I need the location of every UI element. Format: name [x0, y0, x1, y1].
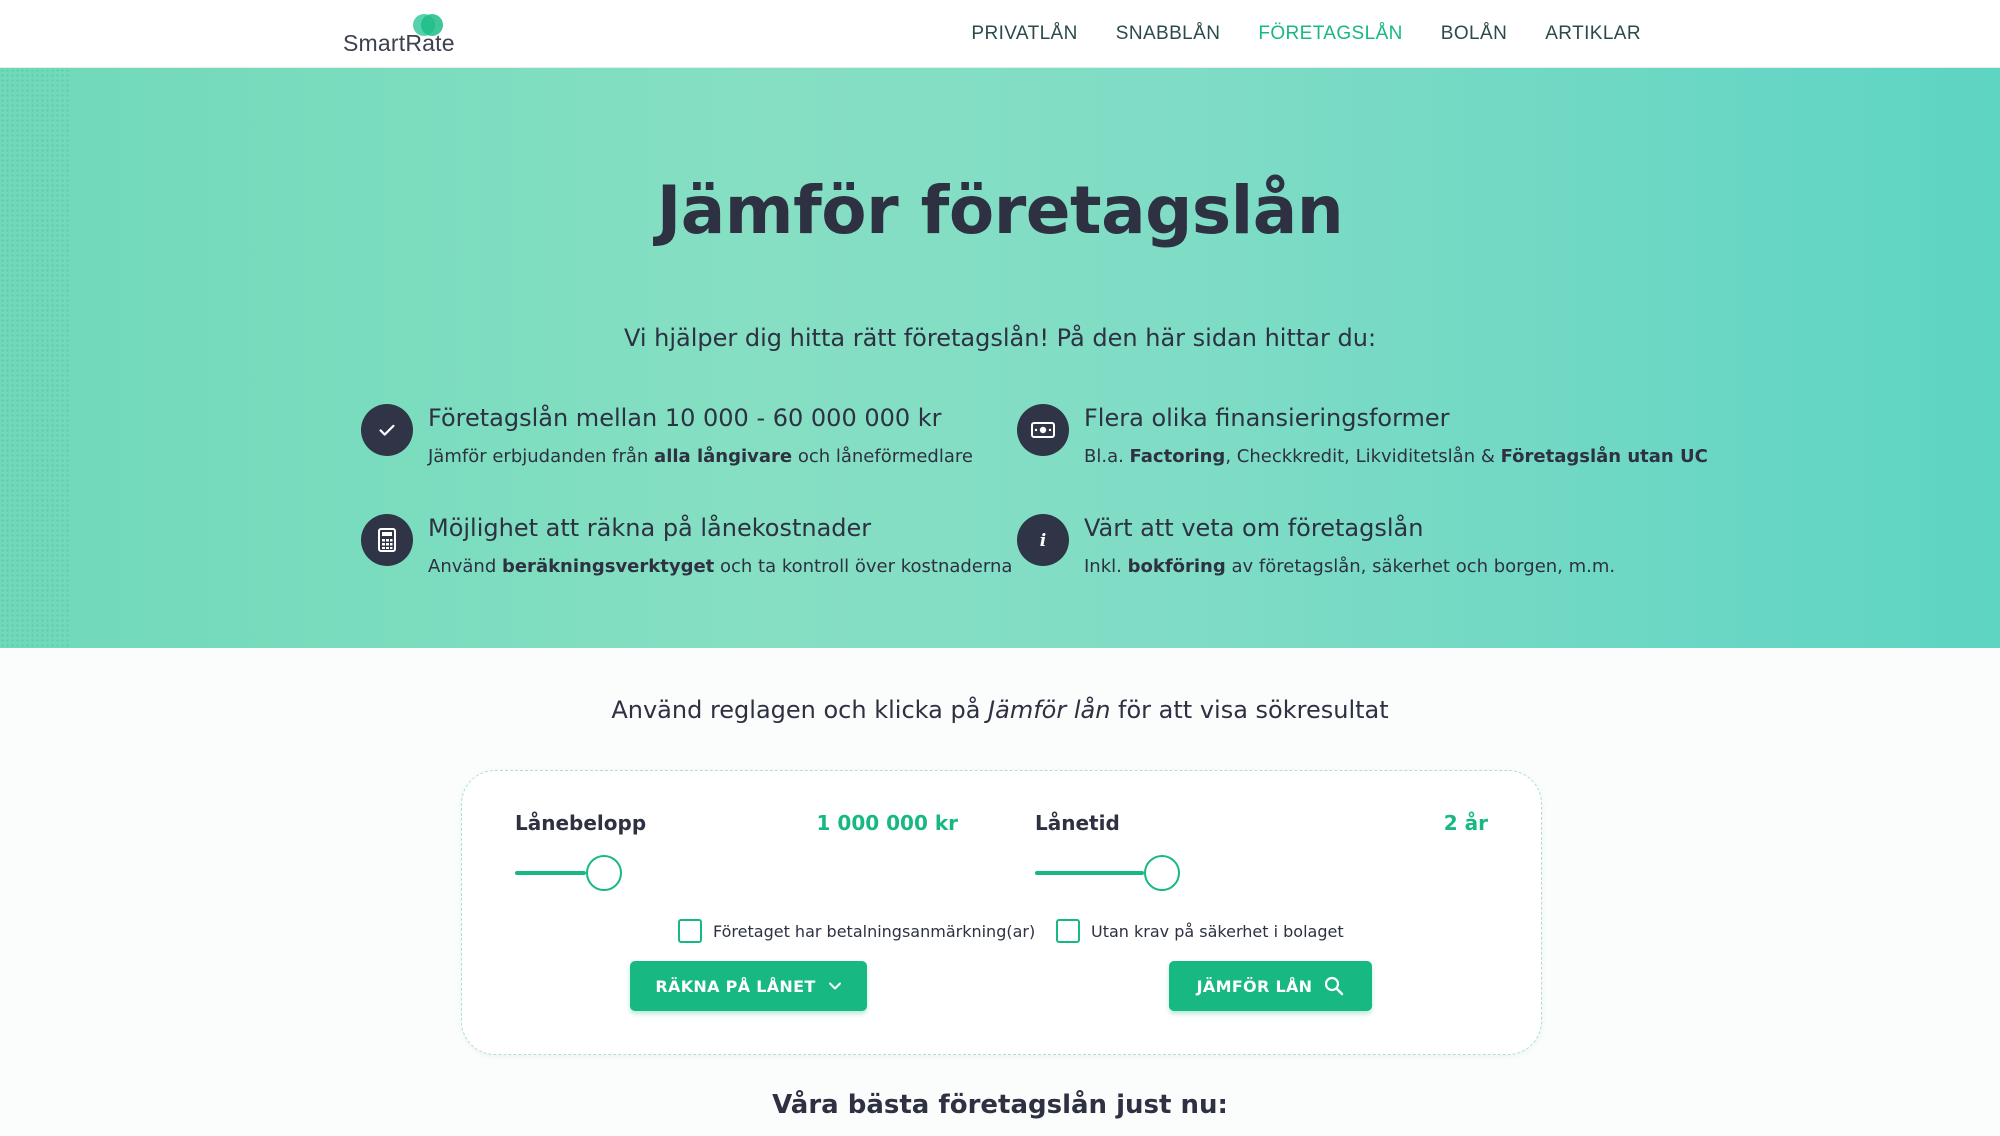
money-icon	[1017, 404, 1069, 456]
checkbox-box[interactable]	[678, 919, 702, 943]
checkbox-label: Företaget har betalningsanmärkning(ar)	[713, 921, 1036, 941]
nav-item-bolan[interactable]: BOLÅN	[1441, 23, 1507, 45]
main-nav: PRIVATLÅN SNABBLÅN FÖRETAGSLÅN BOLÅN ART…	[971, 0, 1641, 68]
checkbox-label: Utan krav på säkerhet i bolaget	[1091, 921, 1344, 941]
info-icon: i	[1017, 514, 1069, 566]
feature-desc: Använd beräkningsverktyget och ta kontro…	[428, 556, 1013, 577]
feature-desc: Inkl. bokföring av företagslån, säkerhet…	[1084, 556, 1616, 577]
feature-good-to-know: i Värt att veta om företagslån Inkl. bok…	[1017, 514, 1637, 584]
search-icon	[1325, 976, 1344, 996]
feature-financing-forms: Flera olika finansieringsformer Bl.a. Fa…	[1017, 404, 1708, 474]
term-slider-track	[1035, 871, 1144, 875]
svg-text:i: i	[1040, 531, 1046, 551]
nav-item-foretagslan[interactable]: FÖRETAGSLÅN	[1258, 23, 1402, 45]
feature-title: Värt att veta om företagslån	[1084, 514, 1424, 542]
amount-value: 1 000 000 kr	[816, 811, 958, 835]
loan-calculator: Lånebelopp 1 000 000 kr Lånetid 2 år För…	[461, 770, 1542, 1055]
no-security-checkbox[interactable]: Utan krav på säkerhet i bolaget	[1056, 919, 1344, 943]
term-slider-thumb[interactable]	[1144, 855, 1180, 891]
chevron-down-icon	[828, 982, 841, 990]
checkbox-box[interactable]	[1056, 919, 1080, 943]
nav-item-privatlan[interactable]: PRIVATLÅN	[971, 23, 1077, 45]
hero-subtitle: Vi hjälper dig hitta rätt företagslån! P…	[623, 324, 1377, 352]
page-title: Jämför företagslån	[656, 172, 1344, 249]
nav-item-snabblan[interactable]: SNABBLÅN	[1116, 23, 1221, 45]
feature-title: Möjlighet att räkna på lånekostnader	[428, 514, 872, 542]
calculate-loan-button[interactable]: RÄKNA PÅ LÅNET	[630, 961, 867, 1011]
hero-section: Jämför företagslån Vi hjälper dig hitta …	[0, 68, 2000, 648]
amount-slider-thumb[interactable]	[586, 855, 622, 891]
logo-text: SmartRate	[343, 30, 455, 56]
compare-loans-label: JÄMFÖR LÅN	[1196, 976, 1313, 996]
calculator-icon	[361, 514, 413, 566]
feature-desc: Bl.a. Factoring, Checkkredit, Likviditet…	[1084, 446, 1708, 467]
slider-instruction: Använd reglagen och klicka på Jämför lån…	[611, 696, 1389, 724]
term-label: Lånetid	[1035, 811, 1120, 835]
feature-title: Företagslån mellan 10 000 - 60 000 000 k…	[428, 404, 942, 432]
feature-desc: Jämför erbjudanden från alla långivare o…	[428, 446, 973, 467]
nav-item-artiklar[interactable]: ARTIKLAR	[1545, 23, 1641, 45]
feature-loan-range: Företagslån mellan 10 000 - 60 000 000 k…	[361, 404, 981, 474]
compare-loans-button[interactable]: JÄMFÖR LÅN	[1169, 961, 1372, 1011]
feature-title: Flera olika finansieringsformer	[1084, 404, 1450, 432]
site-header: SmartRate PRIVATLÅN SNABBLÅN FÖRETAGSLÅN…	[0, 0, 2000, 68]
amount-label: Lånebelopp	[515, 811, 647, 835]
payment-remarks-checkbox[interactable]: Företaget har betalningsanmärkning(ar)	[678, 919, 1035, 943]
calculate-loan-label: RÄKNA PÅ LÅNET	[655, 976, 816, 996]
logo[interactable]: SmartRate	[343, 14, 455, 56]
feature-calculator: Möjlighet att räkna på lånekostnader Anv…	[361, 514, 1012, 584]
amount-slider-track	[515, 871, 586, 875]
amount-slider[interactable]	[515, 855, 958, 891]
term-slider[interactable]	[1035, 855, 1488, 891]
term-value: 2 år	[1443, 811, 1488, 835]
best-loans-heading: Våra bästa företagslån just nu:	[772, 1090, 1228, 1120]
check-icon	[361, 404, 413, 456]
